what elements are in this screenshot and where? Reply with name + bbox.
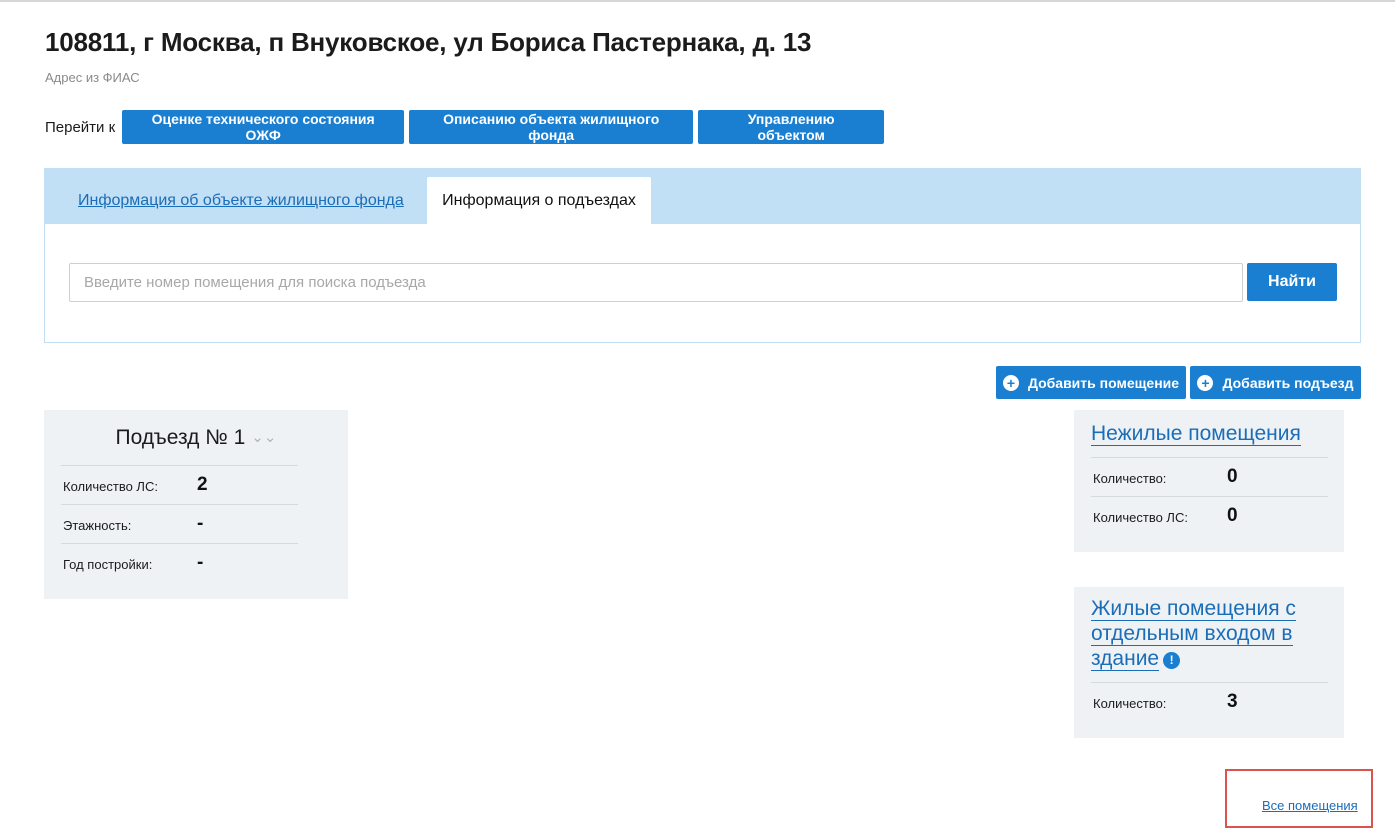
goto-bar: Перейти к Оценке технического состояния … — [45, 110, 889, 144]
row-label: Количество ЛС: — [1093, 510, 1188, 525]
nonresidential-card: Нежилые помещения Количество: 0 Количест… — [1074, 410, 1344, 552]
goto-label: Перейти к — [45, 118, 116, 136]
page-title: 108811, г Москва, п Внуковское, ул Борис… — [45, 27, 812, 57]
row-value: 0 — [1227, 505, 1238, 526]
address-source-caption: Адрес из ФИАС — [45, 70, 140, 85]
nonresidential-row-accounts: Количество ЛС: 0 — [1091, 496, 1328, 535]
tabs-panel: Информация об объекте жилищного фонда Ин… — [44, 168, 1361, 343]
all-rooms-link[interactable]: Все помещения — [1262, 798, 1358, 813]
tab-object-info[interactable]: Информация об объекте жилищного фонда — [78, 177, 404, 224]
row-label: Количество: — [1093, 696, 1167, 711]
tabs-bar: Информация об объекте жилищного фонда Ин… — [45, 169, 1360, 224]
residential-title-line[interactable]: отдельным входом в — [1091, 622, 1293, 646]
residential-title-line[interactable]: Жилые помещения с — [1091, 597, 1296, 621]
add-room-button[interactable]: + Добавить помещение — [996, 366, 1186, 399]
nonresidential-link[interactable]: Нежилые помещения — [1091, 421, 1301, 446]
entrance-card: Подъезд № 1 ⌄⌄ Количество ЛС: 2 Этажность… — [44, 410, 348, 599]
row-label: Количество ЛС: — [63, 479, 158, 494]
add-room-label: Добавить помещение — [1027, 374, 1180, 391]
add-entrance-label: Добавить подъезд — [1222, 374, 1354, 391]
nonresidential-title[interactable]: Нежилые помещения — [1091, 422, 1301, 446]
add-entrance-button[interactable]: + Добавить подъезд — [1190, 366, 1361, 399]
entrance-row-floors: Этажность: - — [61, 504, 298, 543]
entrance-row-accounts: Количество ЛС: 2 — [61, 465, 298, 504]
row-value: - — [197, 513, 204, 534]
row-value: - — [197, 552, 204, 573]
search-button[interactable]: Найти — [1247, 263, 1337, 301]
plus-circle-icon: + — [1002, 374, 1019, 391]
nonresidential-row-count: Количество: 0 — [1091, 457, 1328, 496]
tab-entrances-info[interactable]: Информация о подъездах — [427, 177, 651, 224]
room-search-input[interactable] — [69, 263, 1243, 302]
residential-separate-card: Жилые помещения с отдельным входом в зда… — [1074, 587, 1344, 738]
row-value: 2 — [197, 474, 208, 495]
plus-circle-icon: + — [1197, 374, 1214, 391]
goto-object-description-button[interactable]: Описанию объекта жилищного фонда — [409, 110, 694, 144]
entrance-row-year: Год постройки: - — [61, 543, 298, 582]
row-label: Год постройки: — [63, 557, 153, 572]
residential-row-count: Количество: 3 — [1091, 682, 1328, 721]
top-divider — [0, 0, 1395, 2]
row-label: Количество: — [1093, 471, 1167, 486]
entrance-title[interactable]: Подъезд № 1 ⌄⌄ — [44, 426, 348, 450]
row-label: Этажность: — [63, 518, 132, 533]
entrance-title-text: Подъезд № 1 — [115, 426, 246, 449]
goto-tech-condition-button[interactable]: Оценке технического состояния ОЖФ — [122, 110, 405, 144]
residential-title-line[interactable]: здание — [1091, 647, 1160, 671]
row-value: 3 — [1227, 691, 1238, 712]
residential-separate-link[interactable]: Жилые помещения с отдельным входом в зда… — [1091, 596, 1296, 671]
exclamation-circle-icon[interactable]: ! — [1163, 652, 1181, 669]
goto-object-management-button[interactable]: Управлению объектом — [698, 110, 885, 144]
double-chevron-down-icon[interactable]: ⌄⌄ — [251, 429, 276, 446]
row-value: 0 — [1227, 466, 1238, 487]
